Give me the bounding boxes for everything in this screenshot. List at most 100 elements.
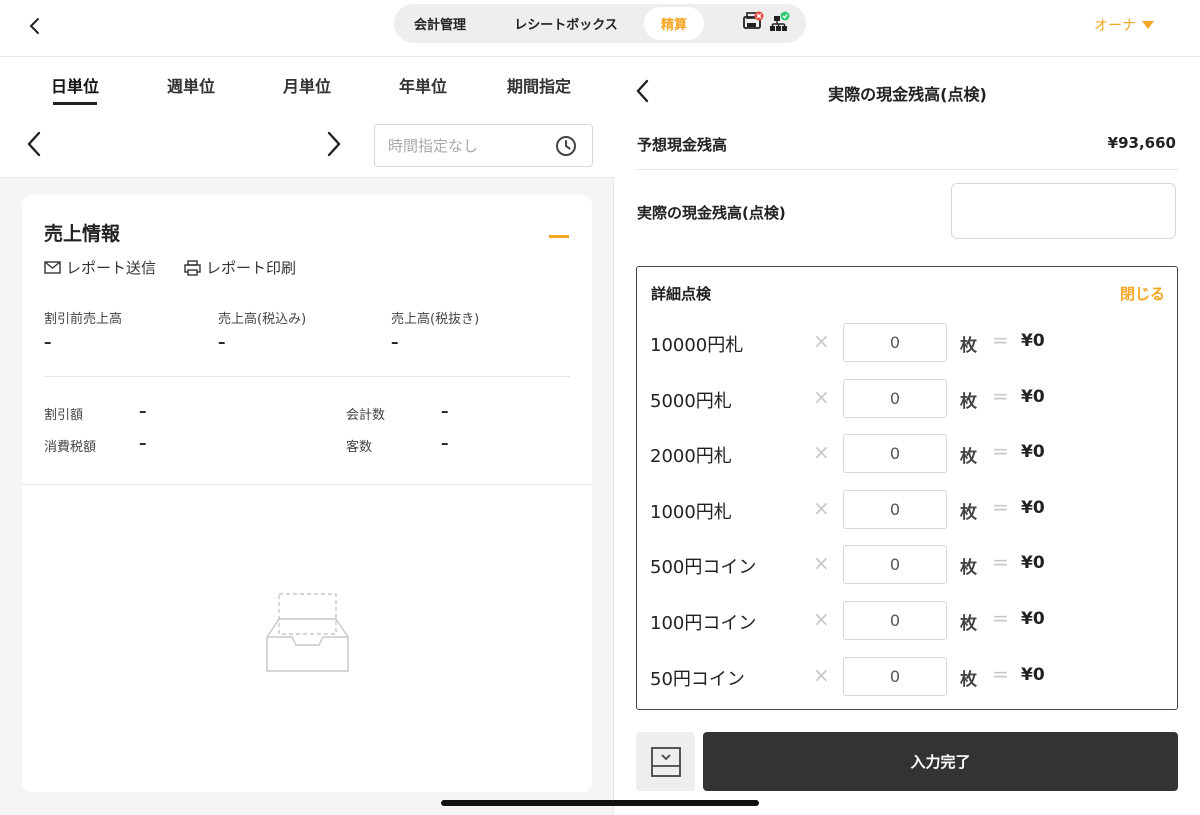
tab-weekly[interactable]: 週単位 bbox=[141, 73, 241, 107]
subtotal-value: ¥0 bbox=[1021, 609, 1045, 629]
metric-value: – bbox=[441, 402, 449, 420]
actual-cash-input[interactable] bbox=[951, 183, 1176, 239]
times-icon: × bbox=[813, 496, 830, 520]
collapse-button[interactable] bbox=[549, 235, 569, 238]
denomination-row: 1000円札 × 枚 = ¥0 bbox=[637, 490, 1177, 530]
unit-label: 枚 bbox=[960, 558, 977, 578]
chevron-right-icon bbox=[327, 131, 341, 157]
sales-panel: 日単位 週単位 月単位 年単位 期間指定 売上情報 レポート送信 レポート印刷 … bbox=[0, 57, 614, 815]
metric-label: 売上高(税込み) bbox=[218, 312, 307, 327]
top-bar: 会計管理 レシートボックス 精算 オーナ bbox=[0, 0, 1200, 57]
unit-label: 枚 bbox=[960, 670, 977, 690]
actual-cash-label: 実際の現金残高(点検) bbox=[637, 204, 786, 222]
detail-check-title: 詳細点検 bbox=[651, 285, 712, 303]
equals-icon: = bbox=[992, 384, 1009, 408]
denomination-row: 100円コイン × 枚 = ¥0 bbox=[637, 601, 1177, 641]
close-detail-button[interactable]: 閉じる bbox=[1120, 283, 1165, 304]
denomination-label: 1000円札 bbox=[650, 502, 732, 523]
denomination-label: 10000円札 bbox=[650, 335, 744, 356]
equals-icon: = bbox=[992, 550, 1009, 574]
denomination-label: 2000円札 bbox=[650, 446, 732, 467]
denomination-row: 50円コイン × 枚 = ¥0 bbox=[637, 657, 1177, 697]
expected-cash-label: 予想現金残高 bbox=[637, 136, 728, 154]
metric-label: 売上高(税抜き) bbox=[391, 312, 480, 327]
divider bbox=[44, 376, 570, 377]
clock-icon[interactable] bbox=[555, 135, 577, 157]
subtotal-value: ¥0 bbox=[1021, 442, 1045, 462]
unit-label: 枚 bbox=[960, 392, 977, 412]
times-icon: × bbox=[813, 551, 830, 575]
times-icon: × bbox=[813, 607, 830, 631]
equals-icon: = bbox=[992, 495, 1009, 519]
send-report-label: レポート送信 bbox=[66, 259, 157, 277]
collapse-keypad-button[interactable] bbox=[636, 732, 695, 791]
times-icon: × bbox=[813, 329, 830, 353]
metric-label: 割引額 bbox=[44, 408, 84, 423]
network-ok-icon[interactable] bbox=[768, 11, 790, 33]
caret-down-icon bbox=[1142, 21, 1154, 29]
equals-icon: = bbox=[992, 439, 1009, 463]
tab-custom-range[interactable]: 期間指定 bbox=[489, 73, 589, 107]
times-icon: × bbox=[813, 440, 830, 464]
segment-accounting[interactable]: 会計管理 bbox=[402, 7, 478, 40]
next-period-button[interactable] bbox=[326, 131, 346, 159]
subtotal-value: ¥0 bbox=[1021, 331, 1045, 351]
equals-icon: = bbox=[992, 328, 1009, 352]
period-selector: 日単位 週単位 月単位 年単位 期間指定 bbox=[0, 57, 614, 178]
metric-label: 会計数 bbox=[346, 408, 386, 423]
send-report-button[interactable]: レポート送信 bbox=[44, 257, 156, 278]
denomination-label: 50円コイン bbox=[650, 669, 745, 690]
equals-icon: = bbox=[992, 662, 1009, 686]
metric-label: 消費税額 bbox=[44, 440, 97, 455]
denomination-row: 10000円札 × 枚 = ¥0 bbox=[637, 323, 1177, 363]
denomination-label: 5000円札 bbox=[650, 391, 732, 412]
subtotal-value: ¥0 bbox=[1021, 665, 1045, 685]
previous-period-button[interactable] bbox=[26, 131, 46, 159]
subtotal-value: ¥0 bbox=[1021, 553, 1045, 573]
quantity-input[interactable] bbox=[843, 657, 947, 696]
print-report-button[interactable]: レポート印刷 bbox=[184, 257, 296, 278]
quantity-input[interactable] bbox=[843, 379, 947, 418]
mode-segmented-control: 会計管理 レシートボックス 精算 bbox=[394, 4, 806, 43]
metric-label: 客数 bbox=[346, 440, 373, 455]
denomination-label: 500円コイン bbox=[650, 557, 757, 578]
segment-receipt-box[interactable]: レシートボックス bbox=[494, 7, 638, 40]
complete-input-button[interactable]: 入力完了 bbox=[703, 732, 1178, 791]
denomination-row: 2000円札 × 枚 = ¥0 bbox=[637, 434, 1177, 474]
metric-value: – bbox=[139, 434, 147, 452]
metric-value: – bbox=[139, 402, 147, 420]
device-status-icons bbox=[742, 11, 790, 33]
tab-monthly[interactable]: 月単位 bbox=[257, 73, 357, 107]
subtotal-value: ¥0 bbox=[1021, 387, 1045, 407]
quantity-input[interactable] bbox=[843, 601, 947, 640]
print-report-label: レポート印刷 bbox=[206, 259, 297, 277]
divider bbox=[637, 169, 1178, 170]
back-button[interactable] bbox=[22, 12, 46, 40]
quantity-input[interactable] bbox=[843, 434, 947, 473]
metric-value: – bbox=[218, 333, 226, 351]
metric-value: – bbox=[44, 333, 52, 351]
quantity-input[interactable] bbox=[843, 545, 947, 584]
quantity-input[interactable] bbox=[843, 490, 947, 529]
quantity-input[interactable] bbox=[843, 323, 947, 362]
metric-label: 割引前売上高 bbox=[44, 312, 123, 327]
active-tab-indicator bbox=[53, 102, 97, 105]
expected-cash-value: ¥93,660 bbox=[1107, 134, 1176, 152]
home-indicator bbox=[441, 800, 759, 806]
empty-tray-icon bbox=[266, 593, 349, 672]
denomination-label: 100円コイン bbox=[650, 613, 757, 634]
metric-value: – bbox=[441, 434, 449, 452]
segment-settlement[interactable]: 精算 bbox=[644, 7, 704, 40]
printer-error-icon[interactable] bbox=[742, 11, 764, 33]
chevron-left-icon bbox=[29, 18, 39, 34]
unit-label: 枚 bbox=[960, 336, 977, 356]
unit-label: 枚 bbox=[960, 503, 977, 523]
mail-icon bbox=[44, 261, 61, 274]
unit-label: 枚 bbox=[960, 447, 977, 467]
detail-check-box: 詳細点検 閉じる 10000円札 × 枚 = ¥0 5000円札 × 枚 = ¥… bbox=[636, 266, 1178, 710]
sales-info-card: 売上情報 レポート送信 レポート印刷 割引前売上高 – 売上高(税込み) – 売… bbox=[22, 195, 592, 792]
printer-icon bbox=[184, 259, 201, 276]
metric-value: – bbox=[391, 333, 399, 351]
owner-menu[interactable]: オーナ bbox=[1094, 15, 1154, 35]
tab-yearly[interactable]: 年単位 bbox=[373, 73, 473, 107]
